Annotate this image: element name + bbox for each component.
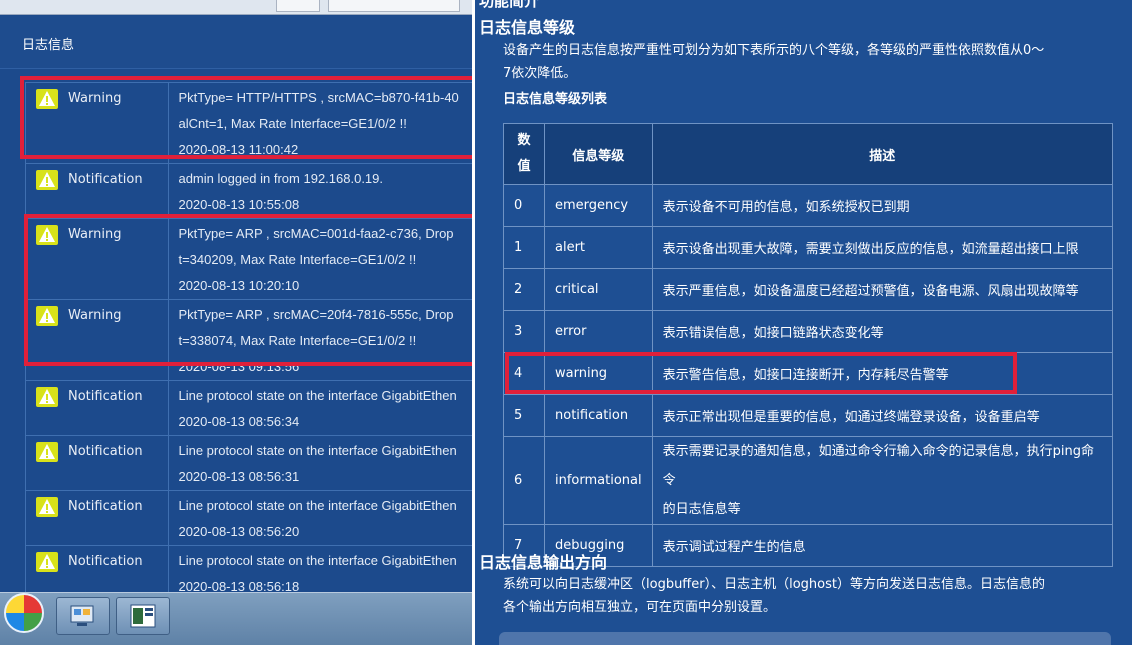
log-panel-title: 日志信息 <box>22 38 75 53</box>
log-time: 2020-08-13 08:56:31 <box>178 469 300 484</box>
table-cell-value: 2 <box>503 268 545 311</box>
log-level: Warning <box>68 91 122 106</box>
table-cell-desc: 表示正常出现但是重要的信息，如通过终端登录设备，设备重启等 <box>651 394 1114 437</box>
warning-icon <box>36 552 58 572</box>
log-message: PktType= HTTP/HTTPS , srcMAC=b870-f41b-4… <box>178 90 459 105</box>
table-cell-value: 0 <box>503 184 545 227</box>
warning-icon <box>36 89 58 109</box>
table-cell-level: critical <box>544 268 653 311</box>
table-cell-value: 5 <box>503 394 545 437</box>
table-row[interactable]: Notification admin logged in from 192.16… <box>24 163 472 219</box>
log-time: 2020-08-13 10:20:10 <box>178 278 300 293</box>
table-cell-level: informational <box>544 436 653 525</box>
log-level: Notification <box>68 499 143 514</box>
table-row[interactable]: Warning PktType= ARP , srcMAC=20f4-7816-… <box>24 299 472 381</box>
function-intro-heading: 功能简介 <box>479 0 540 10</box>
table-cell-desc: 表示错误信息，如接口链路状态变化等 <box>651 310 1114 353</box>
log-time: 2020-08-13 08:56:34 <box>178 414 300 429</box>
table-header-level: 信息等级 <box>544 123 653 185</box>
log-time: 2020-08-13 09:13:56 <box>178 359 300 374</box>
help-panel: 功能简介 日志信息等级 设备产生的日志信息按严重性可划分为如下表所示的八个等级，… <box>472 0 1132 645</box>
table-row[interactable]: Notification Line protocol state on the … <box>24 380 472 436</box>
section-paragraph: 设备产生的日志信息按严重性可划分为如下表所示的八个等级，各等级的严重性依照数值从… <box>503 39 1044 85</box>
network-app-icon <box>70 605 94 626</box>
log-message: PktType= ARP , srcMAC=20f4-7816-555c, Dr… <box>178 307 454 322</box>
table-caption: 日志信息等级列表 <box>503 92 608 107</box>
table-cell-level: alert <box>544 226 653 269</box>
log-message: Line protocol state on the interface Gig… <box>178 498 457 513</box>
table-cell-level: warning <box>544 352 653 395</box>
log-level: Warning <box>68 227 122 242</box>
toolbar-button[interactable] <box>276 0 320 12</box>
section-heading-output: 日志信息输出方向 <box>479 553 608 572</box>
table-row: 6 informational 表示需要记录的通知信息，如通过命令行输入命令的记录信… <box>503 436 1114 525</box>
warning-icon <box>36 306 58 326</box>
log-message-cont: alCnt=1, Max Rate Interface=GE1/0/2 !! <box>178 116 407 131</box>
table-row[interactable]: Notification Line protocol state on the … <box>24 490 472 546</box>
log-time: 2020-08-13 08:56:20 <box>178 524 300 539</box>
warning-icon <box>36 225 58 245</box>
window-app-icon <box>130 604 156 628</box>
log-level: Notification <box>68 554 143 569</box>
table-row: 4 warning 表示警告信息，如接口连接断开，内存耗尽告警等 <box>503 352 1114 395</box>
table-cell-desc: 表示设备出现重大故障，需要立刻做出反应的信息，如流量超出接口上限 <box>651 226 1114 269</box>
log-info-panel: 日志信息 Warning PktType= HTTP/HTTPS , srcMA… <box>0 0 472 645</box>
paragraph-line: 各个输出方向相互独立，可在页面中分别设置。 <box>503 600 777 615</box>
log-message: PktType= ARP , srcMAC=001d-faa2-c736, Dr… <box>178 226 454 241</box>
paragraph-line: 设备产生的日志信息按严重性可划分为如下表所示的八个等级，各等级的严重性依照数值从… <box>503 43 1045 58</box>
toolbar-field[interactable] <box>328 0 460 12</box>
table-cell-value: 3 <box>503 310 545 353</box>
table-cell-desc: 表示需要记录的通知信息，如通过命令行输入命令的记录信息，执行ping命令 的日志信… <box>651 436 1114 525</box>
table-row: 2 critical 表示严重信息，如设备温度已经超过预警值，设备电源、风扇出现故障… <box>503 268 1114 311</box>
start-button-icon[interactable] <box>4 593 44 633</box>
log-message: admin logged in from 192.168.0.19. <box>178 171 383 186</box>
table-row[interactable]: Warning PktType= ARP , srcMAC=001d-faa2-… <box>24 218 472 300</box>
table-row: 3 error 表示错误信息，如接口链路状态变化等 <box>503 310 1114 353</box>
log-message-cont: t=338074, Max Rate Interface=GE1/0/2 !! <box>178 333 417 348</box>
log-level: Notification <box>68 389 143 404</box>
warning-icon <box>36 170 58 190</box>
warning-icon <box>36 387 58 407</box>
section-heading-log-levels: 日志信息等级 <box>479 18 576 37</box>
table-cell-value: 6 <box>503 436 545 525</box>
paragraph-line: 7依次降低。 <box>503 66 577 81</box>
taskbar-app-button[interactable] <box>56 597 110 635</box>
log-time: 2020-08-13 10:55:08 <box>178 197 300 212</box>
table-cell-desc: 表示设备不可用的信息，如系统授权已到期 <box>651 184 1114 227</box>
top-toolbar-strip <box>0 0 472 15</box>
table-row[interactable]: Notification Line protocol state on the … <box>24 435 472 491</box>
table-cell-desc: 表示严重信息，如设备温度已经超过预警值，设备电源、风扇出现故障等 <box>651 268 1114 311</box>
table-header-desc: 描述 <box>651 123 1114 185</box>
taskbar-app-button[interactable] <box>116 597 170 635</box>
table-cell-value: 4 <box>503 352 545 395</box>
table-row[interactable]: Warning PktType= HTTP/HTTPS , srcMAC=b87… <box>24 82 472 164</box>
table-cell-level: notification <box>544 394 653 437</box>
table-cell-value: 1 <box>503 226 545 269</box>
log-message: Line protocol state on the interface Gig… <box>178 443 457 458</box>
log-table: Warning PktType= HTTP/HTTPS , srcMAC=b87… <box>24 82 472 601</box>
table-cell-desc: 表示调试过程产生的信息 <box>651 524 1114 567</box>
log-level: Notification <box>68 172 143 187</box>
log-level: Warning <box>68 308 122 323</box>
log-message-cont: t=340209, Max Rate Interface=GE1/0/2 !! <box>178 252 417 267</box>
windows-taskbar <box>0 592 472 645</box>
log-message: Line protocol state on the interface Gig… <box>178 388 457 403</box>
table-row: 5 notification 表示正常出现但是重要的信息，如通过终端登录设备，设备重… <box>503 394 1114 437</box>
log-message: Line protocol state on the interface Gig… <box>178 553 457 568</box>
table-cell-desc: 表示警告信息，如接口连接断开，内存耗尽告警等 <box>651 352 1114 395</box>
severity-table: 数值 信息等级 描述 0 emergency 表示设备不可用的信息，如系统授权已到期… <box>503 123 1114 567</box>
warning-icon <box>36 497 58 517</box>
log-time: 2020-08-13 11:00:42 <box>178 142 299 157</box>
paragraph-line: 系统可以向日志缓冲区（logbuffer）、日志主机（loghost）等方向发送… <box>503 577 1045 592</box>
bottom-panel-edge <box>499 632 1111 645</box>
log-level: Notification <box>68 444 143 459</box>
table-cell-level: error <box>544 310 653 353</box>
table-row: 1 alert 表示设备出现重大故障，需要立刻做出反应的信息，如流量超出接口上限 <box>503 226 1114 269</box>
table-header-value: 数值 <box>503 123 545 185</box>
section-paragraph: 系统可以向日志缓冲区（logbuffer）、日志主机（loghost）等方向发送… <box>503 573 1045 619</box>
table-cell-level: emergency <box>544 184 653 227</box>
table-row: 0 emergency 表示设备不可用的信息，如系统授权已到期 <box>503 184 1114 227</box>
warning-icon <box>36 442 58 462</box>
